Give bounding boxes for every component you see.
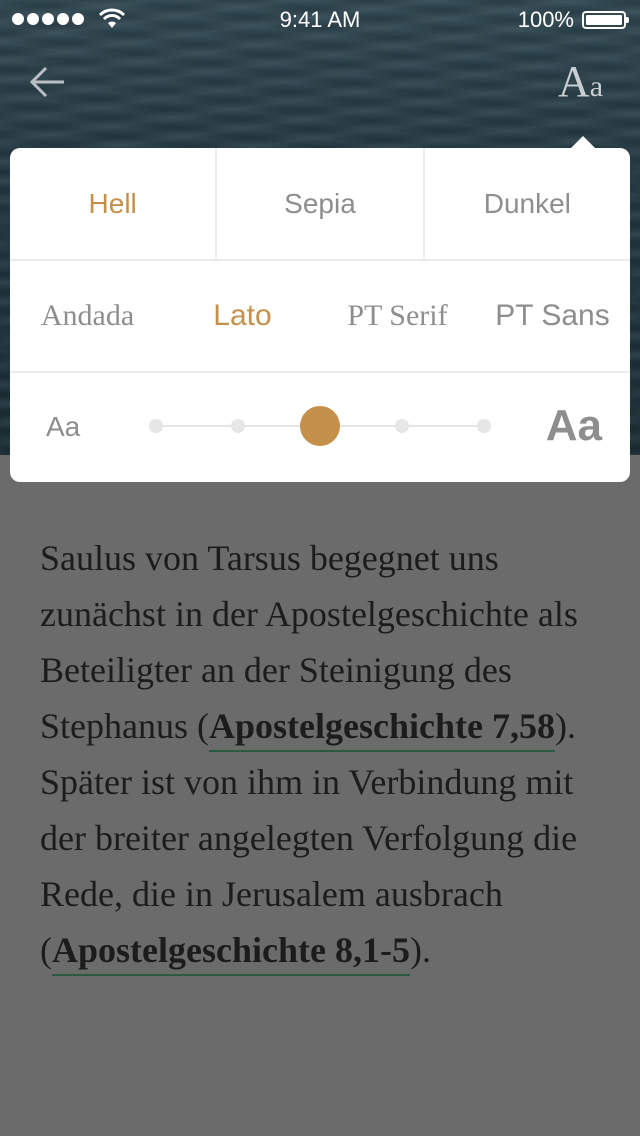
battery-percent: 100% xyxy=(517,7,574,32)
theme-selector: Hell Sepia Dunkel xyxy=(10,148,630,261)
back-button[interactable] xyxy=(26,60,70,104)
theme-option-dunkel[interactable]: Dunkel xyxy=(425,148,630,259)
font-size-slider-thumb[interactable] xyxy=(300,406,340,446)
font-size-slider-step[interactable] xyxy=(231,419,245,433)
theme-option-sepia[interactable]: Sepia xyxy=(217,148,425,259)
font-size-small-label: Aa xyxy=(46,411,81,442)
battery-icon xyxy=(582,11,629,29)
article-body: Saulus von Tarsus begegnet uns zunächst … xyxy=(40,530,610,978)
font-option-pt-serif[interactable]: PT Serif xyxy=(320,261,475,371)
reading-settings-popover: Hell Sepia Dunkel Andada Lato PT Serif P… xyxy=(10,148,630,482)
font-size-slider-step[interactable] xyxy=(395,419,409,433)
status-bar: 9:41 AM 100% xyxy=(0,0,640,40)
typography-button[interactable]: Aa xyxy=(558,56,618,106)
font-option-andada[interactable]: Andada xyxy=(10,261,165,371)
font-size-slider-step[interactable] xyxy=(149,419,163,433)
article-text: ). xyxy=(409,930,431,970)
typography-icon-small: a xyxy=(589,70,604,103)
font-size-large-label: Aa xyxy=(545,401,602,450)
font-option-lato[interactable]: Lato xyxy=(165,261,320,371)
theme-option-hell[interactable]: Hell xyxy=(10,148,218,259)
bible-reference-link[interactable]: Apostelgeschichte 8,1-5 xyxy=(52,930,410,970)
typography-icon-big: A xyxy=(558,57,590,106)
arrow-left-icon xyxy=(29,66,64,98)
font-option-pt-sans[interactable]: PT Sans xyxy=(475,261,630,371)
font-size-slider-step[interactable] xyxy=(477,419,491,433)
font-selector: Andada Lato PT Serif PT Sans xyxy=(10,261,630,373)
article-paragraph: Saulus von Tarsus begegnet uns zunächst … xyxy=(40,530,610,978)
font-size-control: Aa Aa xyxy=(10,373,630,482)
bible-reference-link[interactable]: Apostelgeschichte 7,58 xyxy=(209,706,555,746)
